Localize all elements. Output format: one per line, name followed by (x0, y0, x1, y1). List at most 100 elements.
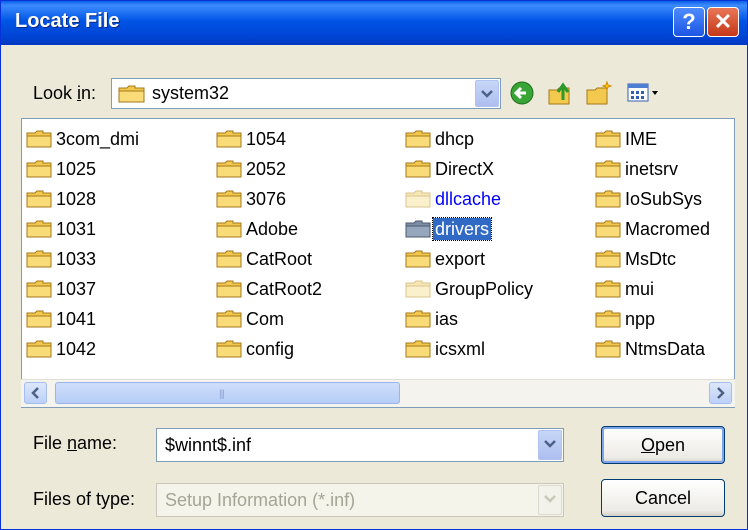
folder-item[interactable]: npp (595, 306, 657, 332)
folder-icon (405, 160, 431, 178)
folder-icon (26, 220, 52, 238)
folder-icon (216, 310, 242, 328)
cancel-button[interactable]: Cancel (601, 479, 725, 517)
folder-name: NtmsData (625, 339, 706, 359)
folder-item[interactable]: mui (595, 276, 656, 302)
title-bar[interactable]: Locate File ? ✕ (1, 1, 747, 45)
folder-name: 1025 (56, 159, 97, 179)
folder-item[interactable]: NtmsData (595, 336, 707, 362)
folder-icon (26, 310, 52, 328)
folder-item[interactable]: icsxml (405, 336, 487, 362)
folder-name: 1033 (56, 249, 97, 269)
open-button[interactable]: Open (601, 426, 725, 464)
folder-name: 1028 (56, 189, 97, 209)
folder-name: DirectX (435, 159, 495, 179)
file-name-combo[interactable]: $winnt$.inf (156, 428, 564, 462)
folder-name: 1042 (56, 339, 97, 359)
folder-item[interactable]: 2052 (216, 156, 288, 182)
new-folder-button[interactable] (585, 80, 613, 106)
folder-icon (118, 85, 145, 103)
folder-item[interactable]: DirectX (405, 156, 496, 182)
folder-item[interactable]: CatRoot (216, 246, 314, 272)
folder-icon (216, 340, 242, 358)
folder-name: ias (435, 309, 459, 329)
scroll-left-button[interactable] (24, 382, 47, 404)
folder-icon (26, 130, 52, 148)
folder-icon (595, 340, 621, 358)
file-name-dropdown-arrow[interactable] (538, 430, 562, 460)
folder-item[interactable]: 1054 (216, 126, 288, 152)
chevron-down-icon (481, 90, 493, 98)
folder-item[interactable]: CatRoot2 (216, 276, 324, 302)
folder-icon (405, 340, 431, 358)
close-button[interactable]: ✕ (707, 7, 739, 37)
folder-item[interactable]: IoSubSys (595, 186, 704, 212)
folder-item[interactable]: 1042 (26, 336, 98, 362)
folder-item[interactable]: drivers (405, 216, 493, 242)
view-menu-button[interactable] (625, 80, 663, 106)
folder-icon (595, 280, 621, 298)
up-folder-button[interactable] (547, 80, 575, 106)
folder-item[interactable]: MsDtc (595, 246, 678, 272)
folder-icon (26, 280, 52, 298)
chevron-left-icon (31, 387, 39, 399)
folder-item[interactable]: Adobe (216, 216, 300, 242)
folder-item[interactable]: 1037 (26, 276, 98, 302)
folder-icon (405, 220, 431, 238)
horizontal-scrollbar[interactable]: ||| (21, 379, 735, 407)
folder-icon (216, 250, 242, 268)
folder-item[interactable]: GroupPolicy (405, 276, 535, 302)
folder-icon (595, 250, 621, 268)
chevron-down-icon (544, 495, 556, 503)
folder-name: drivers (431, 217, 493, 241)
chevron-right-icon (717, 387, 725, 399)
folder-icon (595, 190, 621, 208)
folder-name: 1037 (56, 279, 97, 299)
folder-icon (216, 280, 242, 298)
help-button[interactable]: ? (673, 7, 705, 37)
folder-icon (405, 310, 431, 328)
folder-item[interactable]: inetsrv (595, 156, 680, 182)
folder-name: inetsrv (625, 159, 679, 179)
folder-name: dllcache (435, 189, 502, 209)
folder-item[interactable]: 1033 (26, 246, 98, 272)
files-of-type-label: Files of type: (33, 489, 136, 509)
folder-item[interactable]: export (405, 246, 487, 272)
folder-icon (595, 220, 621, 238)
folder-name: CatRoot2 (246, 279, 323, 299)
look-in-dropdown-arrow[interactable] (475, 80, 499, 107)
folder-item[interactable]: 1041 (26, 306, 98, 332)
folder-item[interactable]: IME (595, 126, 659, 152)
folder-item[interactable]: 1028 (26, 186, 98, 212)
folder-name: 2052 (246, 159, 287, 179)
scroll-thumb[interactable]: ||| (55, 382, 400, 404)
files-of-type-value: Setup Information (*.inf) (165, 490, 356, 510)
look-in-combo[interactable]: system32 (111, 78, 501, 109)
folder-icon (216, 160, 242, 178)
folder-item[interactable]: 1025 (26, 156, 98, 182)
folder-name: dhcp (435, 129, 475, 149)
folder-name: npp (625, 309, 656, 329)
look-in-label: Look in: (33, 83, 97, 103)
folder-icon (26, 190, 52, 208)
folder-item[interactable]: dhcp (405, 126, 476, 152)
folder-name: config (246, 339, 295, 359)
folder-item[interactable]: 3com_dmi (26, 126, 141, 152)
scroll-right-button[interactable] (709, 382, 732, 404)
folder-name: Com (246, 309, 285, 329)
folder-item[interactable]: Com (216, 306, 286, 332)
up-folder-icon (548, 82, 570, 105)
folder-item[interactable]: dllcache (405, 186, 503, 212)
back-button[interactable] (509, 80, 537, 106)
folder-item[interactable]: config (216, 336, 296, 362)
folder-icon (595, 160, 621, 178)
window-title: Locate File (15, 10, 120, 32)
folder-item[interactable]: 1031 (26, 216, 98, 242)
folder-icon (26, 250, 52, 268)
file-list[interactable]: 3com_dmi 1025 1028 1031 1033 1037 1041 1042 1054… (21, 118, 735, 408)
folder-item[interactable]: ias (405, 306, 460, 332)
folder-name: 3com_dmi (56, 129, 140, 149)
folder-item[interactable]: Macromed (595, 216, 712, 242)
folder-item[interactable]: 3076 (216, 186, 288, 212)
folder-icon (26, 160, 52, 178)
